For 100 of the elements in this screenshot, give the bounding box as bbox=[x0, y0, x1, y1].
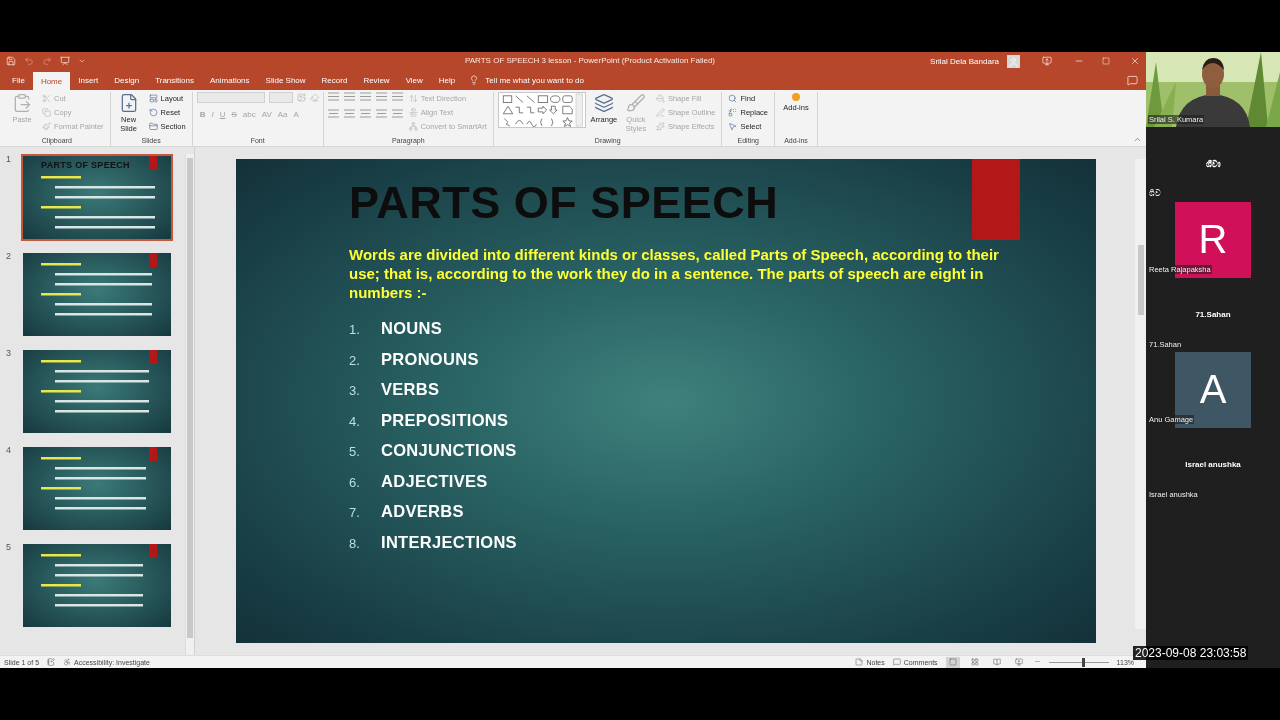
ribbon-tab[interactable]: Help bbox=[430, 70, 464, 90]
list-item: INTERJECTIONS bbox=[381, 532, 517, 552]
maximize-icon bbox=[1102, 57, 1110, 65]
align-lines-icon bbox=[359, 109, 371, 118]
slide-number: 4 bbox=[6, 445, 12, 455]
accent-bar bbox=[149, 253, 157, 267]
list-number: 1. bbox=[349, 322, 361, 337]
book-icon bbox=[992, 658, 1001, 666]
align-lines-icon bbox=[343, 109, 355, 118]
scrollbar[interactable] bbox=[1135, 159, 1146, 629]
scissors-icon bbox=[42, 94, 51, 103]
list-number: 5. bbox=[349, 444, 361, 459]
accent-bar bbox=[149, 350, 157, 364]
list-number: 8. bbox=[349, 535, 361, 551]
ribbon-tab[interactable]: Insert bbox=[70, 70, 107, 90]
list-item: PRONOUNS bbox=[381, 349, 479, 369]
list-lines-icon bbox=[327, 92, 339, 101]
pen-icon bbox=[655, 108, 665, 117]
list-item: ADVERBS bbox=[381, 502, 464, 522]
ribbon-tab[interactable]: View bbox=[397, 70, 431, 90]
slide-thumbnail[interactable] bbox=[21, 542, 173, 629]
list-number: 7. bbox=[349, 505, 361, 520]
align-lines-icon bbox=[327, 109, 339, 118]
ribbon-tab[interactable]: Design bbox=[106, 70, 148, 90]
accent-bar bbox=[149, 544, 157, 558]
user-avatar[interactable] bbox=[1007, 54, 1020, 68]
list-lines-icon bbox=[343, 92, 355, 101]
intro-text: Words are divided into different kinds or classes, called Parts of Speech, according to their use; that is, according to the work they do in a sentence. The parts of speech are eight in numbers :- bbox=[349, 245, 1000, 302]
align-icon bbox=[408, 108, 418, 117]
thumbnail-title: PARTS OF SPEECH bbox=[41, 160, 130, 170]
undo-icon bbox=[24, 56, 34, 66]
dot-icon bbox=[792, 93, 800, 101]
list-lines-icon bbox=[359, 92, 371, 101]
ribbon-tab[interactable]: Review bbox=[355, 70, 398, 90]
slide-thumbnail[interactable] bbox=[21, 348, 173, 435]
copy-icon bbox=[42, 108, 51, 117]
list-item: CONJUNCTIONS bbox=[381, 441, 517, 461]
slide-thumbnail[interactable] bbox=[21, 251, 173, 338]
participant-tile-name: Israel anushka bbox=[1185, 460, 1241, 469]
ribbon-tab[interactable]: Record bbox=[313, 70, 356, 90]
replace-icon bbox=[728, 108, 738, 117]
accessibility-icon bbox=[63, 658, 72, 666]
notes-icon bbox=[855, 658, 864, 666]
search-icon bbox=[728, 94, 738, 103]
slideshow-icon bbox=[1014, 658, 1023, 666]
text-direction-icon bbox=[408, 94, 418, 103]
list-number: 2. bbox=[349, 352, 361, 368]
list-number: 6. bbox=[349, 474, 361, 490]
slide-title: PARTS OF SPEECH bbox=[349, 176, 779, 230]
ribbon-tab[interactable]: Animations bbox=[202, 70, 258, 90]
sparkles-icon bbox=[655, 122, 665, 131]
shapes-gallery[interactable] bbox=[497, 92, 586, 128]
slide-number: 1 bbox=[6, 154, 12, 164]
layout-icon bbox=[148, 94, 158, 103]
slide-number: 5 bbox=[6, 542, 12, 552]
zoom-thumb[interactable] bbox=[1081, 657, 1085, 667]
paint-bucket-icon bbox=[655, 94, 665, 103]
accent-bar bbox=[149, 156, 157, 170]
accent-bar bbox=[149, 447, 157, 461]
close-icon bbox=[1130, 56, 1140, 66]
timestamp: 2023-09-08 23:03:58 bbox=[1133, 646, 1249, 660]
list-number: 3. bbox=[349, 383, 361, 398]
pointer-icon bbox=[728, 122, 738, 131]
window-title: PARTS OF SPEECH 3 lesson - PowerPoint (Product Activation Failed) bbox=[465, 56, 716, 65]
list-lines-icon bbox=[375, 92, 387, 101]
save-icon bbox=[6, 56, 16, 66]
view-button[interactable] bbox=[945, 656, 960, 668]
tell-me-field[interactable]: Tell me what you want to do bbox=[483, 74, 604, 86]
comment-icon bbox=[1127, 74, 1138, 86]
scrollbar[interactable] bbox=[185, 154, 194, 655]
lightbulb-icon bbox=[469, 75, 480, 85]
paintbrush-icon bbox=[42, 122, 51, 131]
ribbon-tab[interactable]: Slide Show bbox=[257, 70, 314, 90]
slide-number: 3 bbox=[6, 348, 12, 358]
ribbon-tab[interactable]: File bbox=[4, 70, 33, 90]
ribbon-tab[interactable]: Transitions bbox=[147, 70, 202, 90]
notes-icon bbox=[47, 658, 56, 666]
list-lines-icon bbox=[391, 92, 403, 101]
layers-icon bbox=[593, 93, 614, 113]
list-item: ADJECTIVES bbox=[381, 471, 488, 491]
clipboard-icon bbox=[12, 93, 32, 113]
ribbon-tab[interactable]: Home bbox=[32, 72, 71, 90]
reset-icon bbox=[148, 108, 158, 117]
list-item: NOUNS bbox=[381, 319, 443, 339]
comment-icon bbox=[892, 658, 901, 666]
redo-icon bbox=[42, 56, 52, 66]
grid-icon bbox=[970, 658, 979, 666]
list-item: PREPOSITIONS bbox=[381, 410, 509, 430]
folder-icon bbox=[148, 122, 158, 131]
participant-tile-name: ශීවා bbox=[1205, 159, 1221, 170]
clear-format-icon bbox=[309, 93, 319, 102]
collapse-icon bbox=[1133, 135, 1142, 144]
ribbon-display-icon bbox=[1042, 56, 1052, 66]
user-icon bbox=[1008, 56, 1019, 68]
participant-tile-name: 71.Sahan bbox=[1195, 310, 1231, 319]
smartart-icon bbox=[408, 122, 418, 131]
slide-thumbnail[interactable] bbox=[21, 445, 173, 532]
slide-number: 2 bbox=[6, 251, 12, 261]
brush-icon bbox=[625, 93, 646, 113]
align-lines-icon bbox=[391, 109, 403, 118]
